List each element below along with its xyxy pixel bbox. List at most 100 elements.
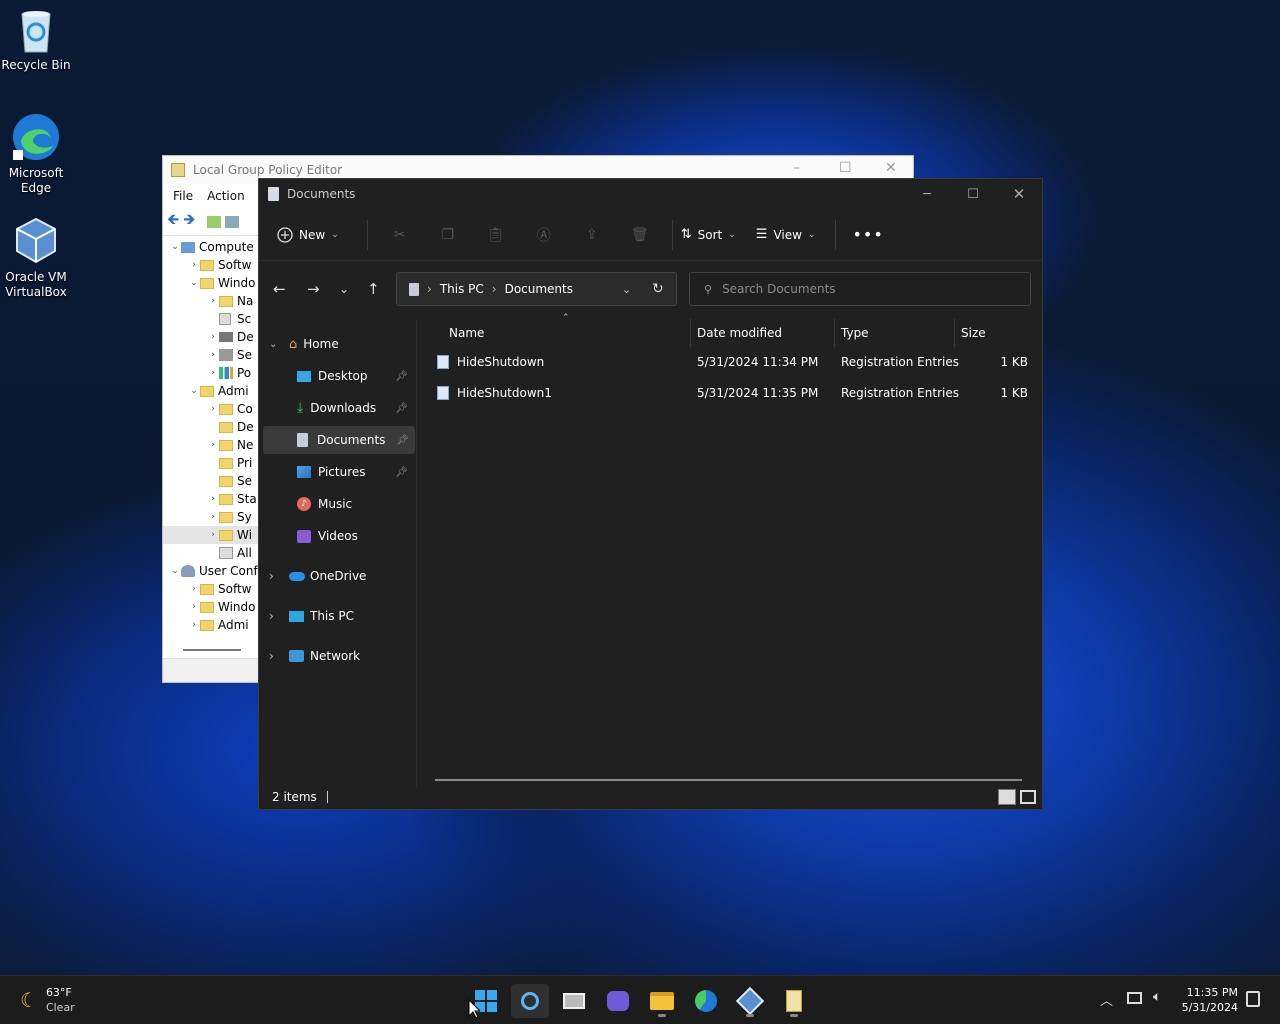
tree-item[interactable]: De bbox=[163, 418, 259, 436]
chevron-right-icon[interactable]: › bbox=[207, 440, 219, 450]
breadcrumb-this-pc[interactable]: This PC bbox=[440, 282, 484, 296]
address-dropdown-icon[interactable]: ⌄ bbox=[622, 283, 631, 296]
copy-icon[interactable]: ❐ bbox=[424, 227, 472, 243]
virtualbox-taskbar-button[interactable] bbox=[731, 984, 769, 1018]
minimize-icon[interactable]: – bbox=[793, 160, 800, 176]
nav-item-documents[interactable]: Documents 📌︎ bbox=[263, 426, 415, 454]
chevron-down-icon[interactable]: ⌄ bbox=[188, 386, 200, 396]
chevron-right-icon[interactable]: › bbox=[207, 512, 219, 522]
clock[interactable]: 11:35 PM 5/31/2024 bbox=[1182, 985, 1238, 1015]
menu-file[interactable]: File bbox=[173, 189, 193, 203]
column-header-name[interactable]: Name bbox=[443, 319, 691, 347]
horizontal-scrollbar[interactable] bbox=[183, 649, 241, 651]
tree-item[interactable]: › Wi bbox=[163, 526, 259, 544]
file-row[interactable]: HideShutdown1 5/31/2024 11:35 PM Registr… bbox=[435, 378, 1032, 408]
chevron-right-icon[interactable]: › bbox=[269, 609, 289, 623]
tree-item[interactable]: › Admi bbox=[163, 616, 259, 634]
chevron-right-icon[interactable]: › bbox=[188, 260, 200, 270]
paste-icon[interactable]: 📋︎ bbox=[472, 227, 520, 243]
nav-item-onedrive[interactable]: › OneDrive bbox=[259, 562, 414, 590]
view-icon[interactable] bbox=[225, 215, 240, 228]
menu-action[interactable]: Action bbox=[207, 189, 245, 203]
tree-item[interactable]: Se bbox=[163, 472, 259, 490]
view-button[interactable]: ☰ View ⌄ bbox=[756, 227, 816, 242]
tree-item[interactable]: › Windo bbox=[163, 598, 259, 616]
address-bar[interactable]: › This PC › Documents ⌄ ↻ bbox=[396, 272, 677, 306]
delete-icon[interactable]: 🗑︎ bbox=[616, 227, 664, 243]
chevron-right-icon[interactable]: › bbox=[269, 569, 289, 583]
nav-item-network[interactable]: › Network bbox=[259, 642, 414, 670]
maximize-icon[interactable]: ☐ bbox=[839, 160, 852, 176]
nav-item-this-pc[interactable]: › This PC bbox=[259, 602, 414, 630]
tree-item[interactable]: ⌄ User Conf bbox=[163, 562, 259, 580]
weather-widget[interactable]: ☾ 63°F Clear bbox=[20, 985, 75, 1015]
pin-icon[interactable]: 📌︎ bbox=[395, 403, 408, 414]
chevron-right-icon[interactable]: › bbox=[207, 404, 219, 414]
share-icon[interactable]: ⇪ bbox=[568, 227, 616, 243]
breadcrumb-documents[interactable]: Documents bbox=[505, 282, 573, 296]
show-hidden-icons-chevron[interactable]: ︿ bbox=[1100, 990, 1113, 1009]
column-header-size[interactable]: Size bbox=[954, 319, 1034, 347]
tree-item[interactable]: › Po bbox=[163, 364, 259, 382]
rename-icon[interactable]: Ⓐ bbox=[520, 225, 568, 245]
chevron-right-icon[interactable]: › bbox=[207, 350, 219, 360]
recent-chevron-icon[interactable]: ⌄ bbox=[339, 282, 349, 296]
tree-item[interactable]: ⌄ Windo bbox=[163, 274, 259, 292]
desktop-icon-recycle-bin[interactable]: Recycle Bin bbox=[0, 8, 72, 73]
chevron-right-icon[interactable]: › bbox=[207, 296, 219, 306]
chevron-right-icon[interactable]: › bbox=[207, 368, 219, 378]
tree-item[interactable]: › Softw bbox=[163, 256, 259, 274]
tree-item[interactable]: › De bbox=[163, 328, 259, 346]
chevron-down-icon[interactable]: ⌄ bbox=[169, 242, 181, 252]
nav-item-pictures[interactable]: Pictures 📌︎ bbox=[259, 458, 414, 486]
nav-item-videos[interactable]: Videos bbox=[259, 522, 414, 550]
more-options-icon[interactable]: ••• bbox=[852, 225, 883, 244]
chat-button[interactable] bbox=[599, 984, 637, 1018]
chevron-right-icon[interactable]: › bbox=[207, 494, 219, 504]
tree-item[interactable]: All bbox=[163, 544, 259, 562]
forward-arrow-icon[interactable]: 🡺 bbox=[183, 209, 195, 234]
details-view-icon[interactable] bbox=[998, 789, 1016, 805]
chevron-down-icon[interactable]: ⌄ bbox=[188, 278, 200, 288]
nav-item-home[interactable]: ⌄ ⌂ Home bbox=[259, 330, 414, 358]
tree-item[interactable]: ⌄ Compute bbox=[163, 238, 259, 256]
folder-up-icon[interactable] bbox=[207, 215, 222, 228]
network-status-icon[interactable] bbox=[1127, 992, 1142, 1004]
pin-icon[interactable]: 📌︎ bbox=[395, 467, 408, 478]
tree-item[interactable]: › Softw bbox=[163, 580, 259, 598]
search-input[interactable]: ⚲ Search Documents bbox=[689, 272, 1031, 306]
nav-item-music[interactable]: ♪ Music bbox=[259, 490, 414, 518]
search-button[interactable] bbox=[511, 984, 549, 1018]
tree-item[interactable]: › Co bbox=[163, 400, 259, 418]
up-arrow-icon[interactable]: ↑ bbox=[367, 280, 380, 298]
tree-item[interactable]: › Na bbox=[163, 292, 259, 310]
file-row[interactable]: HideShutdown 5/31/2024 11:34 PM Registra… bbox=[435, 347, 1032, 377]
maximize-button[interactable]: ☐ bbox=[950, 179, 996, 209]
volume-icon[interactable]: 🔈︎ bbox=[1153, 989, 1161, 1005]
chevron-right-icon[interactable]: › bbox=[207, 530, 219, 540]
file-explorer-window[interactable]: Documents ─ ☐ ✕ New ⌄ ✂ ❐ 📋︎ Ⓐ ⇪ 🗑︎ ⇅ So… bbox=[258, 178, 1043, 810]
tree-item[interactable]: Sc bbox=[163, 310, 259, 328]
cut-icon[interactable]: ✂ bbox=[376, 227, 424, 243]
forward-arrow-icon[interactable]: → bbox=[307, 280, 320, 298]
tree-item[interactable]: › Se bbox=[163, 346, 259, 364]
tiles-view-icon[interactable] bbox=[1020, 790, 1036, 804]
file-explorer-taskbar-button[interactable] bbox=[643, 984, 681, 1018]
close-icon[interactable]: ✕ bbox=[885, 160, 897, 176]
chevron-right-icon[interactable]: › bbox=[188, 602, 200, 612]
chevron-right-icon[interactable]: › bbox=[207, 332, 219, 342]
tree-item[interactable]: ⌄ Admi bbox=[163, 382, 259, 400]
column-header-type[interactable]: Type bbox=[834, 319, 954, 347]
back-arrow-icon[interactable]: 🡸 bbox=[167, 209, 179, 234]
back-arrow-icon[interactable]: ← bbox=[273, 280, 286, 298]
nav-item-downloads[interactable]: ⤓ Downloads 📌︎ bbox=[259, 394, 414, 422]
tree-item[interactable]: › Sy bbox=[163, 508, 259, 526]
sort-button[interactable]: ⇅ Sort ⌄ bbox=[681, 227, 736, 242]
task-view-button[interactable] bbox=[555, 984, 593, 1018]
refresh-icon[interactable]: ↻ bbox=[652, 281, 664, 297]
chevron-right-icon[interactable]: › bbox=[269, 649, 289, 663]
tree-item[interactable]: › Ne bbox=[163, 436, 259, 454]
nav-item-desktop[interactable]: Desktop 📌︎ bbox=[259, 362, 414, 390]
close-button[interactable]: ✕ bbox=[996, 179, 1042, 209]
notification-icon[interactable] bbox=[1246, 991, 1260, 1007]
